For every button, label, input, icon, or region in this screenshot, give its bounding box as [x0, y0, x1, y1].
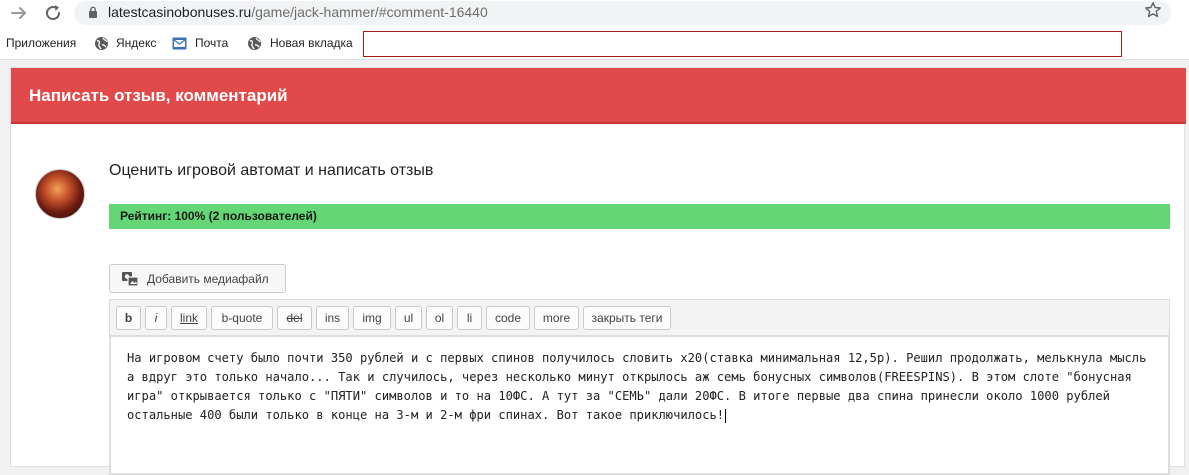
li-button[interactable]: li	[457, 306, 482, 330]
b-quote-button[interactable]: b-quote	[211, 306, 273, 330]
ol-button[interactable]: ol	[426, 306, 453, 330]
mail-icon	[172, 36, 187, 51]
avatar	[35, 169, 85, 219]
del-button[interactable]: del	[277, 306, 312, 330]
close-tags-button[interactable]: закрыть теги	[583, 306, 671, 330]
bookmark-apps[interactable]: Приложения	[6, 36, 76, 50]
url-text[interactable]: latestcasinobonuses.ru/game/jack-hammer/…	[108, 4, 488, 20]
bookmark-bar-input[interactable]	[363, 31, 1122, 57]
link-button[interactable]: link	[171, 306, 207, 330]
comment-panel: Написать отзыв, комментарий Оценить игро…	[10, 67, 1186, 475]
comment-text-content: На игровом счету было почти 350 рублей и…	[127, 351, 1147, 422]
globe-icon	[94, 36, 109, 51]
panel-header: Написать отзыв, комментарий	[11, 68, 1186, 124]
url-host: latestcasinobonuses.ru	[108, 4, 252, 20]
more-button[interactable]: more	[534, 306, 579, 330]
bold-button[interactable]: b	[116, 306, 141, 330]
bookmark-mail[interactable]: Почта	[195, 36, 228, 50]
comment-textarea[interactable]: На игровом счету было почти 350 рублей и…	[109, 335, 1170, 475]
ins-button[interactable]: ins	[316, 306, 349, 330]
ul-button[interactable]: ul	[395, 306, 422, 330]
lock-icon[interactable]	[88, 6, 98, 24]
page-content: Написать отзыв, комментарий Оценить игро…	[0, 61, 1189, 475]
img-button[interactable]: img	[353, 306, 391, 330]
bookmark-new-tab[interactable]: Новая вкладка	[270, 36, 353, 50]
bookmark-yandex[interactable]: Яндекс	[116, 36, 156, 50]
bookmarks-bar: Приложения Яндекс Почта Новая вкладка	[0, 28, 1189, 60]
comment-text: На игровом счету было почти 350 рублей и…	[127, 349, 1157, 425]
add-media-label: Добавить медиафайл	[147, 272, 269, 286]
media-icon	[121, 271, 139, 292]
code-button[interactable]: code	[486, 306, 530, 330]
editor-toolbar: b i link b-quote del ins img ul ol li co…	[109, 299, 1170, 335]
add-media-button[interactable]: Добавить медиафайл	[109, 264, 286, 293]
text-caret	[725, 408, 727, 423]
forward-icon[interactable]	[8, 2, 30, 24]
reload-icon[interactable]	[42, 2, 64, 24]
globe-icon	[247, 36, 262, 51]
italic-button[interactable]: i	[145, 306, 167, 330]
browser-toolbar: latestcasinobonuses.ru/game/jack-hammer/…	[0, 0, 1189, 28]
rating-text: Рейтинг: 100% (2 пользователей)	[120, 209, 317, 223]
star-icon[interactable]	[1144, 1, 1162, 24]
rating-bar: Рейтинг: 100% (2 пользователей)	[109, 204, 1170, 229]
page-title: Написать отзыв, комментарий	[29, 86, 288, 105]
rate-title: Оценить игровой автомат и написать отзыв	[109, 162, 434, 179]
url-path: /game/jack-hammer/#comment-16440	[251, 4, 488, 20]
